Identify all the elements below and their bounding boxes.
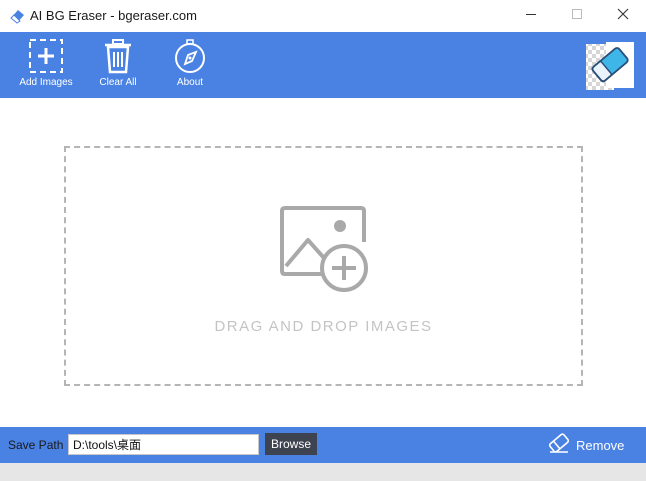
about-label: About	[176, 77, 204, 88]
maximize-button[interactable]	[554, 0, 600, 32]
toolbar: Add Images Clear All About	[0, 32, 646, 98]
eraser-icon	[548, 432, 570, 459]
minimize-button[interactable]	[508, 0, 554, 32]
add-images-button[interactable]: Add Images	[11, 38, 81, 88]
add-images-label: Add Images	[19, 77, 73, 88]
status-strip	[0, 463, 646, 481]
clear-all-button[interactable]: Clear All	[83, 38, 153, 88]
close-button[interactable]	[600, 0, 646, 32]
bottom-bar: Save Path Browse Remove	[0, 427, 646, 463]
drop-zone[interactable]: DRAG AND DROP IMAGES	[64, 146, 583, 386]
image-add-icon	[280, 206, 372, 301]
drop-instruction: DRAG AND DROP IMAGES	[214, 318, 433, 335]
app-eraser-icon	[8, 7, 26, 25]
save-path-input[interactable]	[68, 434, 259, 455]
window-title: AI BG Eraser - bgeraser.com	[30, 8, 197, 23]
clear-all-label: Clear All	[99, 77, 137, 88]
compass-icon	[155, 38, 225, 74]
about-button[interactable]: About	[155, 38, 225, 88]
maximize-icon	[571, 7, 583, 25]
close-icon	[617, 7, 629, 25]
trash-icon	[83, 38, 153, 74]
save-path-label: Save Path	[8, 438, 64, 452]
add-image-icon	[11, 38, 81, 74]
title-bar: AI BG Eraser - bgeraser.com	[0, 0, 646, 32]
remove-button[interactable]: Remove	[548, 432, 624, 458]
remove-label: Remove	[576, 437, 625, 453]
eraser-logo-icon	[584, 38, 636, 92]
minimize-icon	[525, 7, 537, 25]
browse-button[interactable]: Browse	[265, 433, 317, 455]
